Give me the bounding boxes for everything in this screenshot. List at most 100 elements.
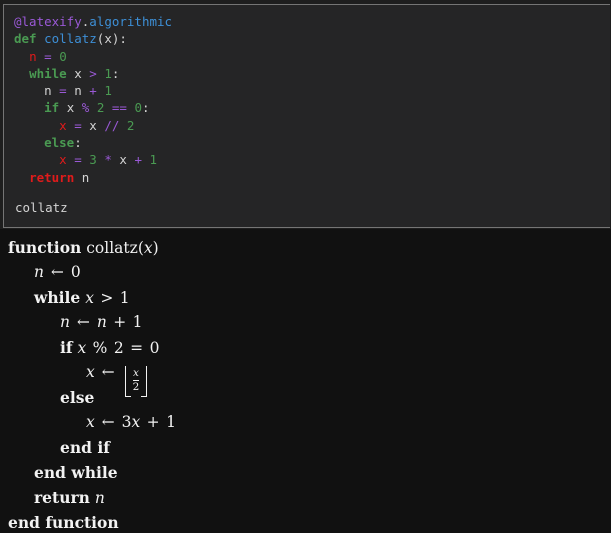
pseudocode-line: n ← n + 1 — [0, 310, 611, 335]
pseudocode-line: if x % 2 = 0 — [0, 335, 611, 360]
pseudocode-token: x — [77, 339, 87, 357]
pseudocode-line: else — [0, 385, 611, 410]
pseudocode-token: 2 — [113, 339, 124, 357]
code-token: = — [59, 83, 67, 99]
pseudocode-token: % — [87, 339, 113, 357]
code-token: 3 — [89, 152, 97, 168]
code-token: 0 — [134, 100, 142, 116]
pseudocode-token: = — [125, 339, 149, 357]
code-line: n = n + 1 — [14, 82, 610, 99]
code-token: : — [142, 100, 150, 116]
pseudocode-token: > — [95, 289, 119, 307]
code-token: x — [59, 152, 67, 168]
pseudocode-token: 1 — [119, 289, 130, 307]
code-line: n = 0 — [14, 48, 610, 65]
code-token: == — [111, 100, 127, 116]
code-token: n — [74, 169, 90, 185]
pseudocode-token: 0 — [149, 339, 160, 357]
code-token: 1 — [149, 152, 158, 168]
pseudocode-token: x — [143, 239, 153, 257]
code-line: while x > 1: — [14, 65, 610, 82]
pseudocode-line: function collatz(x) — [0, 235, 611, 260]
floor-left-bracket — [124, 366, 131, 398]
pseudocode-token: x — [86, 413, 95, 431]
fraction: x2 — [131, 366, 142, 393]
pseudocode-token: if — [60, 338, 73, 357]
pseudocode-token: ← — [45, 263, 69, 281]
code-token: + — [134, 152, 142, 168]
code-token: else — [44, 135, 75, 151]
pseudocode-token: end function — [8, 513, 119, 532]
code-line: return n — [14, 169, 610, 186]
pseudocode-token: end if — [60, 438, 110, 457]
code-token: > — [89, 65, 97, 81]
cell-output-text: collatz — [15, 200, 68, 215]
pseudocode-line: while x > 1 — [0, 285, 611, 310]
code-line: @latexify.algorithmic — [14, 13, 610, 30]
code-line: def collatz(x): — [14, 30, 610, 47]
pseudocode-token: x — [86, 363, 95, 381]
code-token: n — [66, 83, 90, 99]
pseudocode-token: + — [108, 313, 132, 331]
code-token: 2 — [126, 117, 135, 133]
code-token: : — [74, 135, 82, 151]
pseudocode-line: end function — [0, 510, 611, 533]
floor-function: x2 — [124, 366, 148, 398]
fraction-numerator: x — [132, 367, 139, 380]
code-token: + — [89, 83, 97, 99]
fraction-denominator: 2 — [132, 379, 140, 393]
pseudocode-token: while — [34, 288, 81, 307]
code-token: return — [29, 169, 75, 185]
pseudocode-token: end while — [34, 463, 118, 482]
code-line: if x % 2 == 0: — [14, 99, 610, 116]
cell-output-area: collatz — [5, 191, 610, 226]
pseudocode-token: return — [34, 488, 90, 507]
notebook-cell: @latexify.algorithmic def collatz(x): n =… — [0, 0, 611, 229]
code-token: 1 — [104, 83, 112, 99]
code-token: 1 — [104, 65, 112, 81]
code-token: x — [59, 117, 67, 133]
code-token: = — [44, 48, 52, 64]
pseudocode-line: n ← 0 — [0, 260, 611, 285]
pseudocode-line: end while — [0, 460, 611, 485]
code-token: * — [104, 152, 112, 168]
code-token: = — [74, 117, 82, 133]
pseudocode-token: n — [34, 263, 44, 281]
code-line: x = 3 * x + 1 — [14, 151, 610, 168]
pseudocode-token: else — [60, 388, 95, 407]
code-token: x — [111, 152, 135, 168]
pseudocode-token: ) — [152, 239, 159, 257]
pseudocode-token: 1 — [132, 313, 143, 331]
pseudocode-token: x — [85, 289, 94, 307]
floor-right-bracket — [141, 366, 148, 398]
code-token: 0 — [59, 48, 67, 64]
code-token: algorithmic — [89, 14, 173, 29]
pseudocode-token: ← — [96, 363, 120, 381]
code-editor[interactable]: @latexify.algorithmic def collatz(x): n =… — [5, 6, 610, 187]
code-token: x — [66, 65, 90, 81]
code-token: def — [14, 31, 37, 47]
pseudocode-token: n — [94, 489, 105, 507]
pseudocode-line: x ← x2 — [0, 360, 611, 398]
code-token: = — [74, 152, 82, 168]
code-token: (x): — [96, 31, 127, 47]
pseudocode-token: x — [131, 413, 141, 431]
code-token: x — [59, 100, 82, 116]
pseudocode-token: + — [141, 413, 165, 431]
pseudocode-token: ← — [96, 413, 120, 431]
pseudocode-line: return n — [0, 485, 611, 510]
code-token: while — [29, 65, 67, 81]
code-token: n — [29, 48, 37, 64]
